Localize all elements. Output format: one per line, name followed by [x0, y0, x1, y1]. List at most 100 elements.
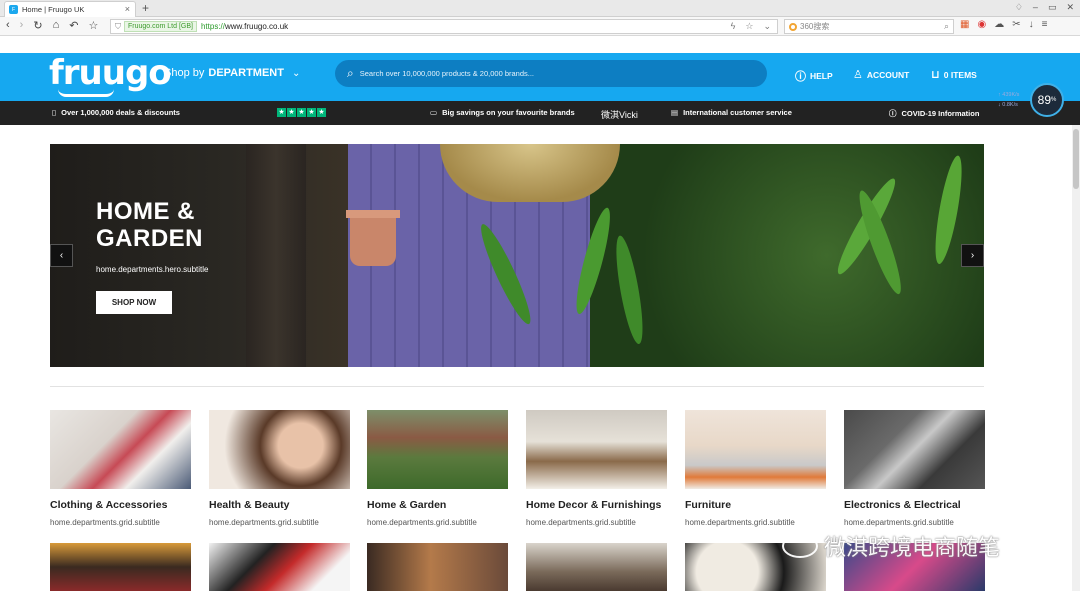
fruugo-favicon-icon: F — [9, 5, 18, 14]
new-tab-button[interactable]: + — [142, 1, 149, 15]
help-link[interactable]: ⓘ HELP — [795, 68, 833, 84]
url-host: www.fruugo.co.uk — [225, 22, 289, 31]
browser-tab[interactable]: F Home | Fruugo UK × — [4, 1, 136, 17]
bookmark-star-icon[interactable]: ☆ — [88, 19, 98, 32]
download-icon[interactable]: ↓ — [1029, 19, 1034, 30]
home-icon[interactable]: ⌂ — [53, 19, 60, 32]
department-card[interactable]: Home Decor & Furnishings home.department… — [526, 410, 667, 527]
logo-smile-mark — [58, 89, 114, 97]
rating-stars: ★ ★ ★ ★ ★ — [277, 108, 326, 117]
dropdown-chevron-icon[interactable]: ⌄ — [763, 21, 771, 32]
cloud-icon[interactable]: ☁ — [994, 19, 1004, 30]
dept-label: DEPARTMENT — [208, 67, 284, 79]
chat-icon: ▤ — [671, 108, 679, 117]
shield-icon: ⛉ — [115, 21, 121, 31]
hero-prev-arrow-icon[interactable]: ‹ — [50, 244, 73, 267]
back-icon[interactable]: ‹ — [6, 19, 10, 32]
fruugo-logo[interactable]: fruugo — [49, 56, 172, 90]
address-bar[interactable]: ⛉ Fruugo.com Ltd [GB] https:// www.fruug… — [110, 19, 778, 34]
department-card[interactable]: Health & Beauty home.departments.grid.su… — [209, 410, 350, 527]
info-bar: ▯ Over 1,000,000 deals & discounts ★ ★ ★ ★ ★… — [0, 101, 1080, 125]
department-card-partial[interactable] — [209, 543, 350, 591]
savings-item[interactable]: ▭ Big savings on your favourite brands — [430, 108, 575, 117]
trustpilot-stars[interactable]: ★ ★ ★ ★ ★ — [277, 108, 326, 117]
star-icon: ★ — [277, 108, 286, 117]
department-subtitle: home.departments.grid.subtitle — [526, 518, 636, 527]
watermark-text: 微淇跨境电商随笔 — [824, 535, 1001, 560]
department-card-partial[interactable] — [50, 543, 191, 591]
card-icon: ▭ — [430, 108, 438, 117]
savings-text: Big savings on your favourite brands — [442, 108, 575, 117]
department-card[interactable]: Clothing & Accessories home.departments.… — [50, 410, 191, 527]
department-image — [685, 410, 826, 489]
minimize-icon[interactable]: – — [1033, 2, 1038, 13]
department-name: Electronics & Electrical — [844, 499, 961, 511]
undo-icon[interactable]: ↶ — [69, 19, 78, 32]
skin-icon[interactable]: ♢ — [1015, 2, 1023, 13]
site-search-placeholder: Search over 10,000,000 products & 20,000… — [359, 69, 535, 78]
speed-ball-widget[interactable]: 89% — [1030, 83, 1064, 117]
help-icon: ⓘ — [795, 71, 806, 83]
tab-close-icon[interactable]: × — [125, 4, 130, 14]
account-link[interactable]: ♙ ACCOUNT — [853, 68, 909, 81]
department-subtitle: home.departments.grid.subtitle — [844, 518, 954, 527]
nav-buttons: ‹ › ↻ ⌂ ↶ ☆ — [6, 19, 98, 32]
hero-subtitle: home.departments.hero.subtitle — [96, 265, 209, 274]
deals-text: Over 1,000,000 deals & discounts — [61, 108, 180, 117]
shop-now-button[interactable]: SHOP NOW — [96, 291, 172, 314]
covid-item[interactable]: ⓘ COVID-19 Information — [889, 108, 979, 119]
apps-grid-icon[interactable]: ▦ — [960, 19, 969, 30]
browser-toolbar: ‹ › ↻ ⌂ ↶ ☆ ⛉ Fruugo.com Ltd [GB] https:… — [0, 17, 1080, 36]
department-image — [50, 410, 191, 489]
star-icon: ★ — [287, 108, 296, 117]
search-icon: ⌕ — [347, 66, 354, 80]
department-card[interactable]: Furniture home.departments.grid.subtitle — [685, 410, 826, 527]
deals-item[interactable]: ▯ Over 1,000,000 deals & discounts — [52, 108, 180, 117]
section-divider — [50, 386, 984, 387]
service-item[interactable]: ▤ International customer service — [671, 108, 792, 117]
service-text: International customer service — [683, 108, 792, 117]
chevron-down-icon: ⌄ — [291, 67, 301, 79]
browser-search-input[interactable]: 360搜索 ⌕ — [784, 19, 954, 34]
search-icon[interactable]: ⌕ — [944, 21, 949, 32]
dept-prefix: Shop by — [164, 67, 205, 79]
menu-icon[interactable]: ≡ — [1042, 19, 1048, 30]
wechat-icon — [782, 534, 818, 558]
url-scheme: https:// — [200, 22, 225, 31]
basket-label: 0 ITEMS — [943, 69, 977, 80]
site-header: fruugo Shop by DEPARTMENT ⌄ ⌕ Search ove… — [0, 53, 1080, 101]
department-card[interactable]: Home & Garden home.departments.grid.subt… — [367, 410, 508, 527]
department-card-partial[interactable] — [526, 543, 667, 591]
shop-by-department-button[interactable]: Shop by DEPARTMENT ⌄ — [164, 67, 300, 79]
department-image — [844, 410, 985, 489]
page-scrollbar[interactable] — [1072, 125, 1080, 591]
net-down: ↓ 0.8K/s — [998, 102, 1018, 108]
bookmark-icon: ▯ — [52, 108, 57, 117]
tab-title: Home | Fruugo UK — [22, 5, 85, 14]
browser-tab-bar: F Home | Fruugo UK × + ♢ – ▭ ✕ — [0, 0, 1080, 17]
department-card[interactable]: Electronics & Electrical home.department… — [844, 410, 985, 527]
department-image — [367, 410, 508, 489]
hero-flower-pot — [346, 210, 400, 266]
reload-icon[interactable]: ↻ — [33, 19, 42, 32]
scrollbar-thumb[interactable] — [1073, 129, 1079, 189]
site-search-input[interactable]: ⌕ Search over 10,000,000 products & 20,0… — [335, 60, 767, 87]
lightning-icon[interactable]: ϟ — [731, 21, 736, 32]
user-icon: ♙ — [853, 69, 863, 81]
department-subtitle: home.departments.grid.subtitle — [50, 518, 160, 527]
department-card-partial[interactable] — [367, 543, 508, 591]
speed-unit: % — [1051, 97, 1057, 103]
certificate-badge[interactable]: Fruugo.com Ltd [GB] — [124, 21, 197, 32]
game-icon[interactable]: ◉ — [977, 19, 986, 30]
window-controls: ♢ – ▭ ✕ — [1015, 2, 1074, 13]
hero-next-arrow-icon[interactable]: › — [961, 244, 984, 267]
maximize-icon[interactable]: ▭ — [1048, 2, 1057, 13]
hero-banner[interactable]: HOME & GARDEN home.departments.hero.subt… — [50, 144, 984, 367]
scissors-icon[interactable]: ✂ — [1012, 19, 1020, 30]
close-window-icon[interactable]: ✕ — [1066, 2, 1074, 13]
forward-icon[interactable]: › — [20, 19, 24, 32]
hero-title: HOME & GARDEN — [96, 198, 204, 252]
speed-value: 89 — [1037, 93, 1051, 107]
basket-link[interactable]: ⊔ 0 ITEMS — [931, 68, 977, 81]
favorite-star-icon[interactable]: ☆ — [745, 21, 753, 32]
